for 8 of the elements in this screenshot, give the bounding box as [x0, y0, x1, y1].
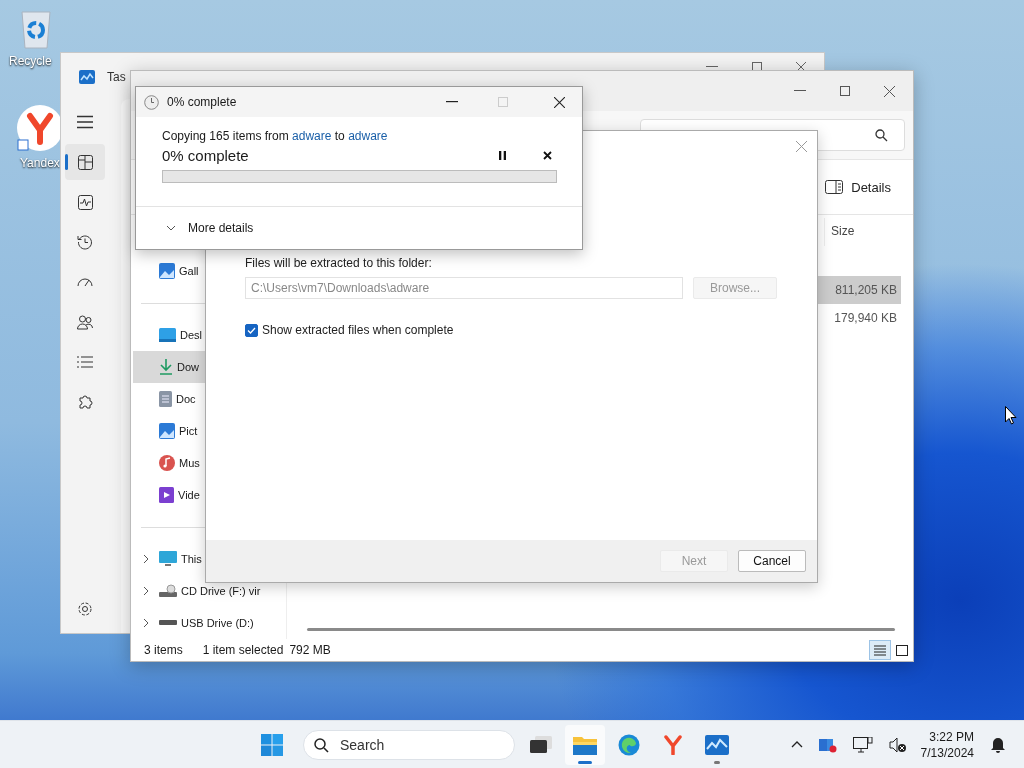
copy-status-text: Copying 165 items from adware to adware	[162, 129, 389, 143]
item-count: 3 items	[144, 643, 183, 657]
progress-heading: 0% complete	[162, 147, 249, 164]
window-title: Tas	[107, 70, 126, 84]
selection-info: 1 item selected	[202, 643, 284, 657]
window-title: 0% complete	[167, 95, 237, 109]
field-label: Files will be extracted to this folder:	[245, 256, 433, 270]
selection-size: 792 MB	[289, 643, 331, 657]
